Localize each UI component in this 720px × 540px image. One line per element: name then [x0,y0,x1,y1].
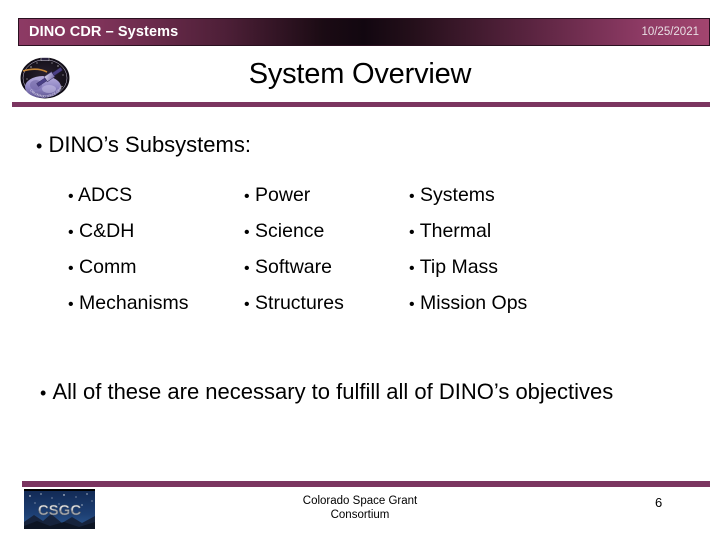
list-item-label: Tip Mass [419,256,499,278]
page-title: System Overview [248,58,472,90]
lead-bullet-label: DINO’s Subsystems: [48,132,251,157]
list-item: • Thermal [409,214,609,250]
bullet-glyph-icon: • [409,260,415,277]
list-item-label: Science [255,220,325,242]
bullet-glyph-icon: • [244,260,250,277]
subsystem-column-2: • Power • Science • Software • Structure… [244,178,409,322]
bullet-glyph-icon: • [68,224,74,241]
list-item-label: Mission Ops [420,292,528,314]
list-item: • Comm [68,250,244,286]
subsystem-column-1: • ADCS • C&DH • Comm • Mechanisms [68,178,244,322]
title-divider-rule [12,102,710,107]
bullet-glyph-icon: • [244,296,250,313]
header-title: DINO CDR – Systems [29,24,179,40]
bullet-glyph-icon: • [68,188,74,205]
list-item-label: Thermal [419,220,492,242]
list-item-label: Structures [255,292,344,314]
footer-divider-rule [22,481,710,487]
bullet-glyph-icon: • [40,383,47,403]
subsystem-column-3: • Systems • Thermal • Tip Mass • Mission… [409,178,609,322]
list-item: • Science [244,214,409,250]
closing-bullet-label: All of these are necessary to fulfill al… [52,379,614,404]
page-number: 6 [655,495,663,510]
bullet-glyph-icon: • [244,224,250,241]
list-item: • Power [244,178,409,214]
bullet-glyph-icon: • [68,296,74,313]
bullet-glyph-icon: • [244,188,250,205]
list-item: • Mechanisms [68,286,244,322]
slide-header-bar: DINO CDR – Systems 10/25/2021 [18,18,710,46]
list-item-label: Power [255,184,311,206]
list-item: • Tip Mass [409,250,609,286]
subsystem-list: • ADCS • C&DH • Comm • Mechanisms • Powe… [68,178,609,322]
bullet-glyph-icon: • [36,136,43,156]
bullet-glyph-icon: • [409,188,415,205]
list-item: • Systems [409,178,609,214]
list-item-label: ADCS [77,184,133,206]
lead-bullet: • DINO’s Subsystems: [36,132,251,158]
list-item-label: Comm [79,256,137,278]
list-item: • Structures [244,286,409,322]
header-date: 10/25/2021 [641,26,699,38]
bullet-glyph-icon: • [68,260,74,277]
list-item: • C&DH [68,214,244,250]
list-item-label: Systems [420,184,495,206]
bullet-glyph-icon: • [409,296,415,313]
list-item-label: C&DH [79,220,135,242]
list-item-label: Software [255,256,332,278]
list-item: • ADCS [68,178,244,214]
closing-bullet: • All of these are necessary to fulfill … [40,375,680,410]
list-item: • Mission Ops [409,286,609,322]
list-item: • Software [244,250,409,286]
footer-organization-line-1: Colorado Space Grant [302,495,418,507]
bullet-glyph-icon: • [409,224,415,241]
footer-organization-line-2: Consortium [330,509,390,521]
list-item-label: Mechanisms [79,292,189,314]
footer-organization: Colorado Space Grant Consortium [0,494,720,522]
